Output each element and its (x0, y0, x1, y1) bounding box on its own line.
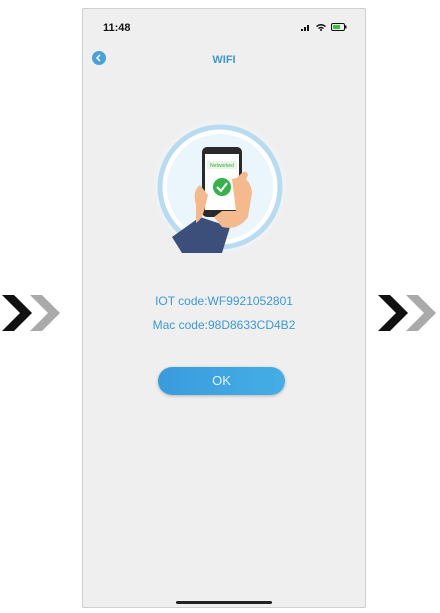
page-title: WIFI (212, 54, 236, 66)
status-bar: 11:48 (83, 9, 365, 39)
signal-icon (301, 24, 309, 31)
networked-phone-illustration: Networked (152, 119, 288, 255)
iot-code: IOT code:WF9921052801 (155, 294, 293, 308)
nav-bar: WIFI (83, 43, 365, 73)
mac-code: Mac code:98D8633CD4B2 (152, 318, 296, 332)
status-icons (301, 23, 347, 31)
battery-icon (331, 23, 347, 31)
status-time: 11:48 (103, 22, 131, 34)
left-chevron-double-icon (2, 295, 66, 336)
wifi-icon (316, 24, 326, 31)
home-indicator (176, 601, 272, 604)
device-info: IOT code:WF9921052801 Mac code:98D8633CD… (83, 294, 365, 342)
right-chevron-double-icon (378, 295, 440, 336)
phone-screen-label: Networked (210, 163, 234, 169)
phone-screen: 11:48 WIFI Networked IOT code:WF99210528… (82, 8, 366, 608)
ok-button[interactable]: OK (158, 367, 285, 395)
